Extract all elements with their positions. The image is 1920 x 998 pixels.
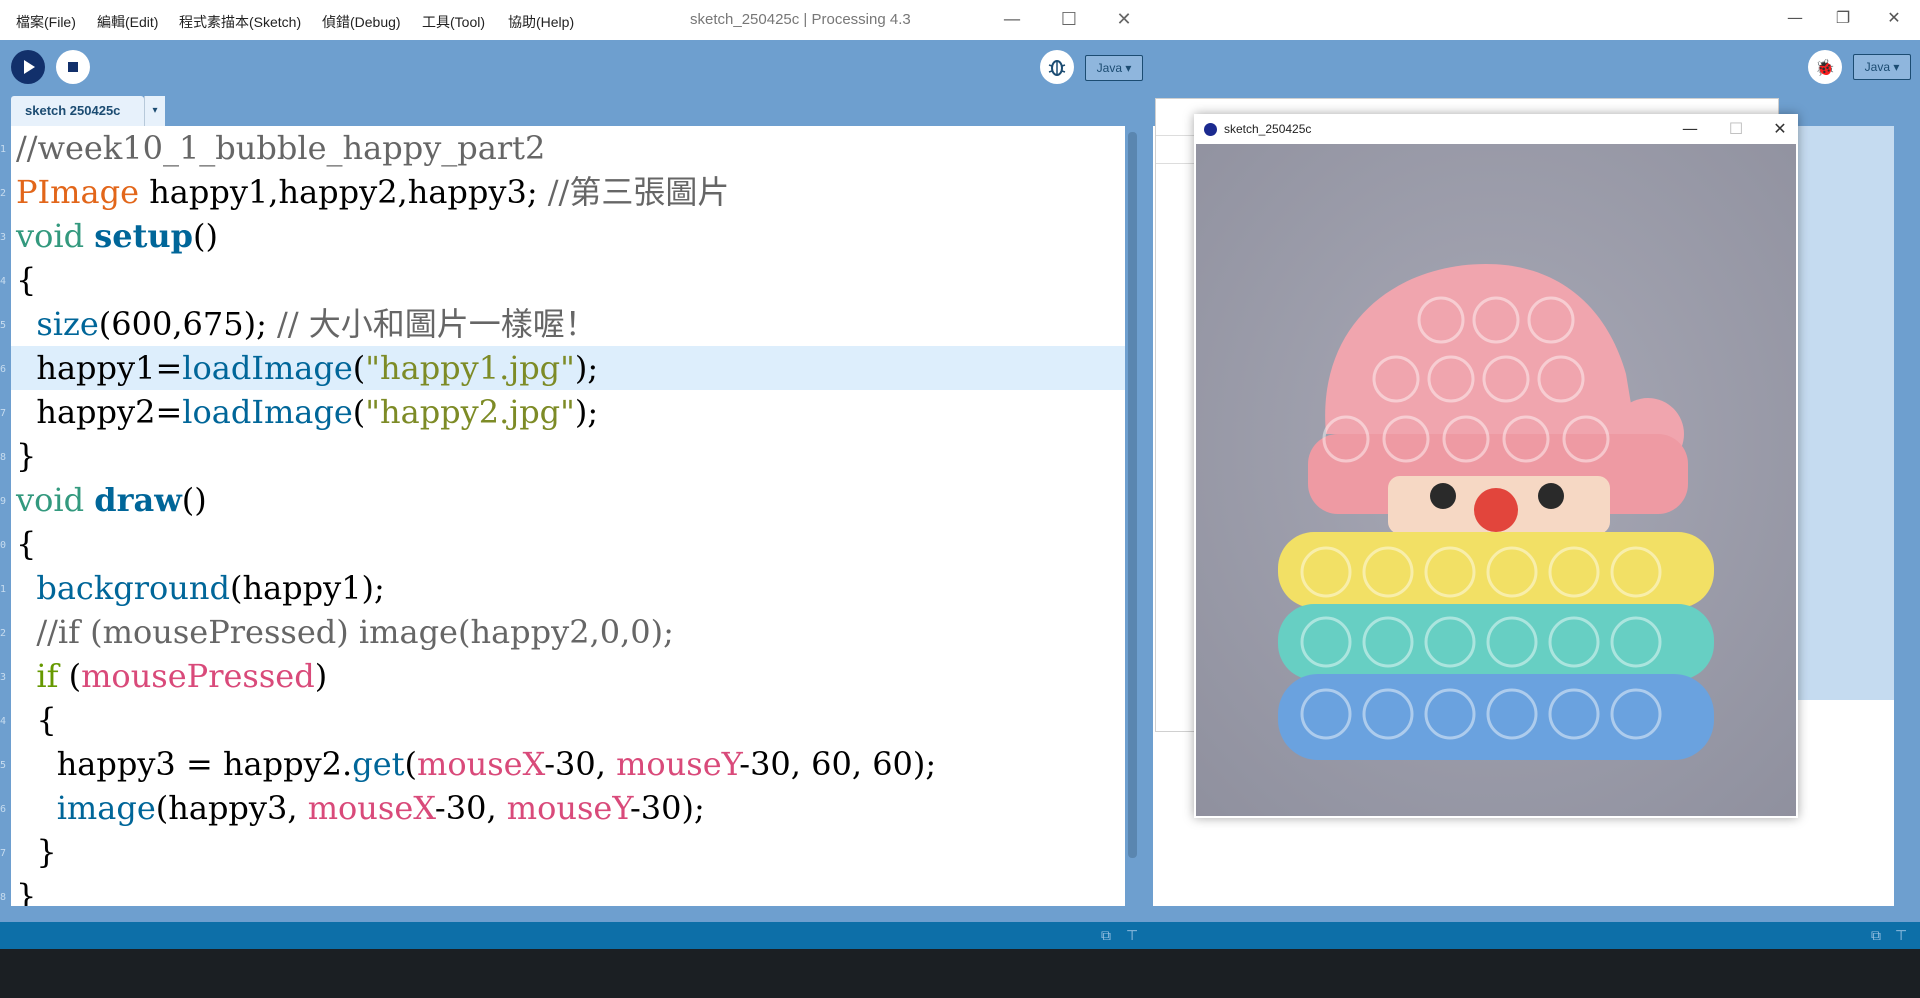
code-line-4: { bbox=[16, 261, 37, 299]
bg-close-button[interactable]: ✕ bbox=[1874, 8, 1914, 27]
menu-tool[interactable]: 工具(Tool) bbox=[422, 12, 485, 32]
bg-titlebar: — ❐ ✕ bbox=[1153, 0, 1920, 40]
play-icon bbox=[24, 60, 35, 74]
sketch-minimize-button[interactable]: — bbox=[1672, 117, 1708, 141]
code-editor[interactable]: //week10_1_bubble_happy_part2 PImage hap… bbox=[11, 126, 1125, 906]
debugger-icon bbox=[1048, 60, 1066, 76]
line-number: 1 bbox=[0, 584, 7, 595]
stop-button[interactable] bbox=[56, 50, 90, 84]
editor-scrollbar[interactable] bbox=[1128, 132, 1137, 858]
line-number: 3 bbox=[0, 672, 7, 683]
mode-select[interactable]: Java ▾ bbox=[1085, 55, 1143, 81]
code-line-5: size(600,675); // 大小和圖片一樣喔！ bbox=[36, 305, 597, 343]
code-line-15: happy3 = happy2.get(mouseX-30, mouseY-30… bbox=[16, 745, 937, 783]
stop-icon bbox=[68, 62, 78, 72]
code-line-6: happy1=loadImage("happy1.jpg"); bbox=[16, 349, 599, 387]
tab-label: sketch 250425c bbox=[25, 103, 121, 118]
line-number: 7 bbox=[0, 408, 7, 419]
code-line-17: } bbox=[16, 833, 57, 871]
line-number: 8 bbox=[0, 892, 7, 903]
line-number: 5 bbox=[0, 320, 7, 331]
code-line-18: } bbox=[16, 877, 37, 906]
line-number: 6 bbox=[0, 804, 7, 815]
menu-help[interactable]: 協助(Help) bbox=[508, 12, 574, 32]
window-title: sketch_250425c | Processing 4.3 bbox=[690, 11, 911, 28]
maximize-button[interactable]: ☐ bbox=[1047, 6, 1091, 34]
code-line-10: { bbox=[16, 525, 37, 563]
line-number-gutter: 1 2 3 4 5 6 7 8 9 0 1 2 3 4 5 6 7 8 bbox=[0, 126, 11, 906]
run-button[interactable] bbox=[11, 50, 45, 84]
line-number: 6 bbox=[0, 364, 7, 375]
close-button[interactable]: ✕ bbox=[1102, 6, 1146, 34]
tab-bar: sketch 250425c ▾ bbox=[0, 96, 1153, 126]
bg-statusbar: ⧉ ⊤ bbox=[1153, 922, 1920, 949]
menu-sketch[interactable]: 程式素描本(Sketch) bbox=[179, 12, 301, 32]
code-line-1: //week10_1_bubble_happy_part2 bbox=[16, 129, 546, 167]
code-line-9: void draw() bbox=[16, 481, 207, 519]
line-number: 8 bbox=[0, 452, 7, 463]
code-line-12: //if (mousePressed) image(happy2,0,0); bbox=[16, 613, 674, 651]
sketch-close-button[interactable]: ✕ bbox=[1762, 117, 1798, 141]
code-line-7: happy2=loadImage("happy2.jpg"); bbox=[16, 393, 599, 431]
console-area bbox=[0, 949, 1153, 998]
menu-debug[interactable]: 偵錯(Debug) bbox=[322, 12, 401, 32]
bg-debugger-icon[interactable]: 🐞 bbox=[1808, 50, 1842, 84]
code-line-13: if (mousePressed) bbox=[36, 657, 328, 695]
bg-mode-select[interactable]: Java ▾ bbox=[1853, 54, 1911, 80]
code-line-11: background(happy1); bbox=[36, 569, 385, 607]
status-bar: ⧉ ⊤ bbox=[0, 922, 1153, 949]
line-number: 2 bbox=[0, 188, 7, 199]
line-number: 9 bbox=[0, 496, 7, 507]
line-number: 3 bbox=[0, 232, 7, 243]
code-line-14: { bbox=[16, 701, 57, 739]
code-line-2: PImage happy1,happy2,happy3; //第三張圖片 bbox=[16, 173, 730, 211]
code-line-3: void setup() bbox=[16, 217, 218, 255]
line-number: 5 bbox=[0, 760, 7, 771]
svg-text:🐞: 🐞 bbox=[1815, 58, 1835, 77]
collapse-console-icon[interactable]: ⊤ bbox=[1126, 927, 1138, 944]
debugger-button[interactable] bbox=[1040, 50, 1074, 84]
menu-file[interactable]: 檔案(File) bbox=[16, 12, 76, 32]
line-number: 1 bbox=[0, 144, 7, 155]
code-line-8: } bbox=[16, 437, 37, 475]
processing-icon bbox=[1204, 123, 1217, 136]
bg-console bbox=[1153, 949, 1920, 998]
copy-console-icon[interactable]: ⧉ bbox=[1101, 927, 1111, 944]
sketch-title: sketch_250425c bbox=[1224, 122, 1312, 136]
line-number: 7 bbox=[0, 848, 7, 859]
bg-restore-button[interactable]: ❐ bbox=[1823, 8, 1863, 27]
tab-menu-arrow[interactable]: ▾ bbox=[144, 96, 165, 126]
line-number: 4 bbox=[0, 716, 7, 727]
bg-copy-icon[interactable]: ⧉ bbox=[1871, 927, 1881, 944]
line-number: 0 bbox=[0, 540, 7, 551]
tab-sketch[interactable]: sketch 250425c bbox=[11, 96, 144, 126]
menu-edit[interactable]: 編輯(Edit) bbox=[97, 12, 158, 32]
bg-minimize-button[interactable]: — bbox=[1775, 8, 1815, 27]
santa-popit-image bbox=[1196, 144, 1796, 816]
minimize-button[interactable]: — bbox=[990, 6, 1034, 34]
sketch-output-window: sketch_250425c — ☐ ✕ bbox=[1194, 114, 1798, 818]
line-number: 4 bbox=[0, 276, 7, 287]
processing-ide-window: 檔案(File) 編輯(Edit) 程式素描本(Sketch) 偵錯(Debug… bbox=[0, 0, 1153, 998]
line-number: 2 bbox=[0, 628, 7, 639]
code-line-16: image(happy3, mouseX-30, mouseY-30); bbox=[56, 789, 705, 827]
ide-titlebar: 檔案(File) 編輯(Edit) 程式素描本(Sketch) 偵錯(Debug… bbox=[0, 0, 1153, 40]
bg-collapse-icon[interactable]: ⊤ bbox=[1895, 927, 1907, 944]
sketch-canvas[interactable] bbox=[1196, 144, 1796, 816]
sketch-maximize-button[interactable]: ☐ bbox=[1718, 117, 1754, 141]
sketch-titlebar: sketch_250425c — ☐ ✕ bbox=[1194, 114, 1798, 144]
